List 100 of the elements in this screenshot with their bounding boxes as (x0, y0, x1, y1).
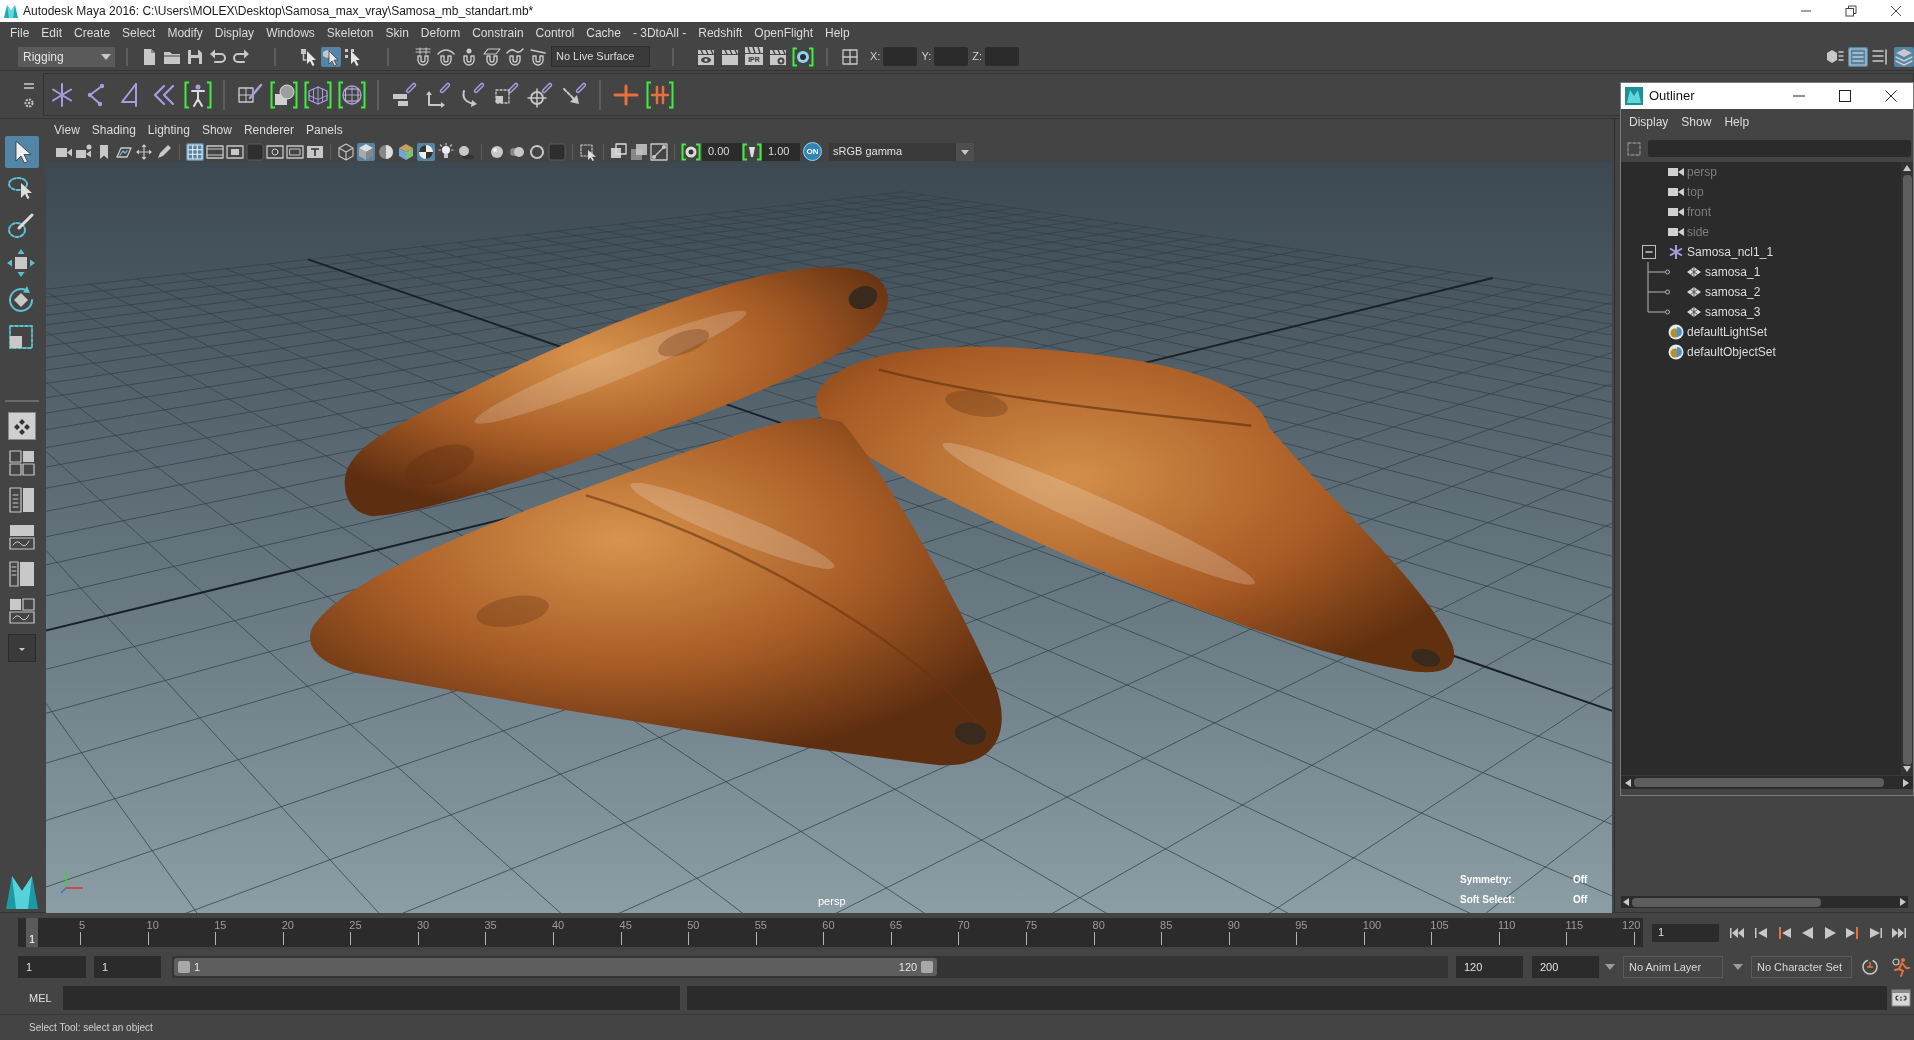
circular-arrows-icon[interactable] (1860, 957, 1880, 977)
close-icon[interactable] (1885, 90, 1897, 102)
aperture-icon[interactable] (681, 142, 701, 161)
split-pane-layout-icon[interactable] (8, 486, 36, 514)
samosa-model[interactable] (310, 418, 1002, 766)
samosa-model[interactable] (344, 267, 888, 517)
menu-item[interactable]: Display (214, 23, 255, 42)
film-strip-icon[interactable] (206, 142, 224, 161)
range-slider[interactable]: 1 120 (172, 956, 1448, 978)
menu-item[interactable]: OpenFlight (754, 23, 813, 42)
menu-item[interactable]: Control (535, 23, 575, 42)
filter-field[interactable] (1648, 140, 1911, 157)
menu-item[interactable]: Skeleton (326, 23, 374, 42)
color-space-dropdown[interactable]: sRGB gamma (829, 142, 974, 161)
caret-down-icon[interactable] (101, 53, 111, 60)
half-sphere-icon[interactable] (377, 142, 395, 161)
playback-end-field[interactable]: 120 (1456, 956, 1523, 978)
magnet-icon[interactable] (528, 46, 548, 67)
step-forward-key-icon[interactable] (1867, 925, 1885, 940)
list-panel-icon[interactable] (1848, 46, 1868, 67)
four-pane-layout-icon[interactable] (8, 449, 36, 477)
menu-item[interactable]: Help (825, 23, 850, 42)
gamma-field[interactable]: 1.00 (762, 142, 800, 161)
scrollbar-thumb[interactable] (1634, 778, 1884, 787)
pencil-icon[interactable] (155, 142, 173, 161)
close-icon[interactable] (1890, 5, 1902, 17)
menu-item[interactable]: Deform (420, 23, 461, 42)
playback-start-field[interactable]: 1 (94, 956, 161, 978)
panel-menu-item[interactable]: Panels (305, 121, 343, 139)
panel-menu-item[interactable]: Renderer (243, 121, 294, 139)
lightbulb-icon[interactable] (437, 142, 455, 161)
surface-magnet-icon[interactable] (505, 46, 525, 67)
current-frame-marker[interactable]: 1 (26, 918, 38, 947)
frame-icon[interactable] (226, 142, 244, 161)
linked-axes-icon[interactable] (424, 80, 452, 109)
outliner-menu-item[interactable]: Help (1724, 113, 1750, 131)
component-select-icon[interactable] (343, 46, 363, 67)
clapper-stripes-icon[interactable] (745, 46, 763, 53)
samosa-model[interactable] (816, 346, 1455, 673)
shaded-cube-icon[interactable] (357, 142, 375, 161)
hierarchy-select-icon[interactable] (299, 46, 319, 67)
go-to-end-icon[interactable] (1890, 925, 1908, 940)
character-set-dropdown[interactable]: No Character Set (1751, 956, 1852, 978)
linked-bars-icon[interactable] (390, 80, 418, 109)
gamma-icon[interactable] (742, 142, 762, 161)
start-frame-field[interactable]: 1 (18, 956, 86, 978)
pan-arrows-icon[interactable] (135, 142, 153, 161)
nested-frame-icon[interactable] (286, 142, 304, 161)
scroll-up-icon[interactable] (1902, 164, 1912, 172)
scroll-left-icon[interactable] (1624, 777, 1632, 788)
menu-item[interactable]: Select (122, 23, 156, 42)
scroll-right-icon[interactable] (1899, 897, 1907, 907)
scroll-left-icon[interactable] (1622, 897, 1630, 907)
script-window-icon[interactable] (1891, 988, 1911, 1008)
menu-item[interactable]: Create (74, 23, 111, 42)
caret-down-icon[interactable] (1733, 964, 1743, 970)
panel-menu-item[interactable]: Show (201, 121, 232, 139)
end-frame-field[interactable]: 200 (1532, 956, 1599, 978)
curve-magnet-icon[interactable] (436, 46, 456, 67)
maximize-icon[interactable] (1839, 90, 1851, 102)
running-figure-icon[interactable] (1891, 957, 1911, 977)
go-to-start-icon[interactable] (1729, 925, 1747, 940)
linked-crosshair-icon[interactable] (526, 80, 554, 109)
menu-item[interactable]: File (10, 23, 30, 42)
shelf-tabs-icon[interactable] (22, 80, 35, 91)
step-back-key-icon[interactable] (1752, 925, 1770, 940)
coordinate-field[interactable] (883, 47, 918, 66)
menu-item[interactable]: Edit (41, 23, 63, 42)
overlap-squares-icon[interactable] (630, 142, 648, 161)
layers-icon[interactable] (1894, 46, 1914, 67)
dashed-ring-icon[interactable] (528, 142, 546, 161)
caret-down-icon[interactable] (1605, 964, 1615, 970)
menu-item[interactable]: Windows (266, 23, 315, 42)
wireframe-cube-icon[interactable] (337, 142, 355, 161)
panel-menu-item[interactable]: Shading (91, 121, 136, 139)
camera-icon[interactable] (75, 142, 93, 161)
double-bar-cross-icon[interactable] (646, 80, 674, 109)
outliner-menu-item[interactable]: Show (1681, 113, 1712, 131)
outliner-menu-item[interactable]: Display (1629, 113, 1669, 131)
object-select-icon[interactable] (321, 46, 341, 67)
outliner-item[interactable]: samosa_1 (1705, 263, 1761, 281)
graph-pane-layout-icon[interactable] (8, 597, 36, 625)
panel-menu-item[interactable]: View (54, 121, 80, 139)
stacked-pane-layout-icon[interactable] (8, 523, 36, 551)
anim-layer-dropdown[interactable]: No Anim Layer (1623, 956, 1723, 978)
menu-item[interactable]: Constrain (472, 23, 524, 42)
textured-cube-icon[interactable] (397, 142, 415, 161)
outliner-item[interactable]: samosa_3 (1705, 303, 1761, 321)
time-slider[interactable]: 5 10 15 20 25 30 35 40 45 50 55 60 65 70 75 80 85 90 95 100 105 110 115 120 1 (18, 918, 1643, 947)
single-pane-layout-icon[interactable] (8, 412, 36, 440)
caret-down-icon[interactable] (956, 142, 974, 161)
exposure-field[interactable]: 0.00 (702, 142, 742, 161)
scroll-right-icon[interactable] (1902, 777, 1910, 788)
circle-grid-icon[interactable] (338, 80, 366, 109)
vertical-scrollbar[interactable] (1901, 162, 1913, 775)
three-pane-layout-icon[interactable] (8, 560, 36, 588)
grid-magnet-icon[interactable] (413, 46, 433, 67)
plane-magnet-icon[interactable] (482, 46, 502, 67)
lattice-icon[interactable] (304, 80, 332, 109)
horizontal-scrollbar[interactable] (1621, 775, 1913, 789)
